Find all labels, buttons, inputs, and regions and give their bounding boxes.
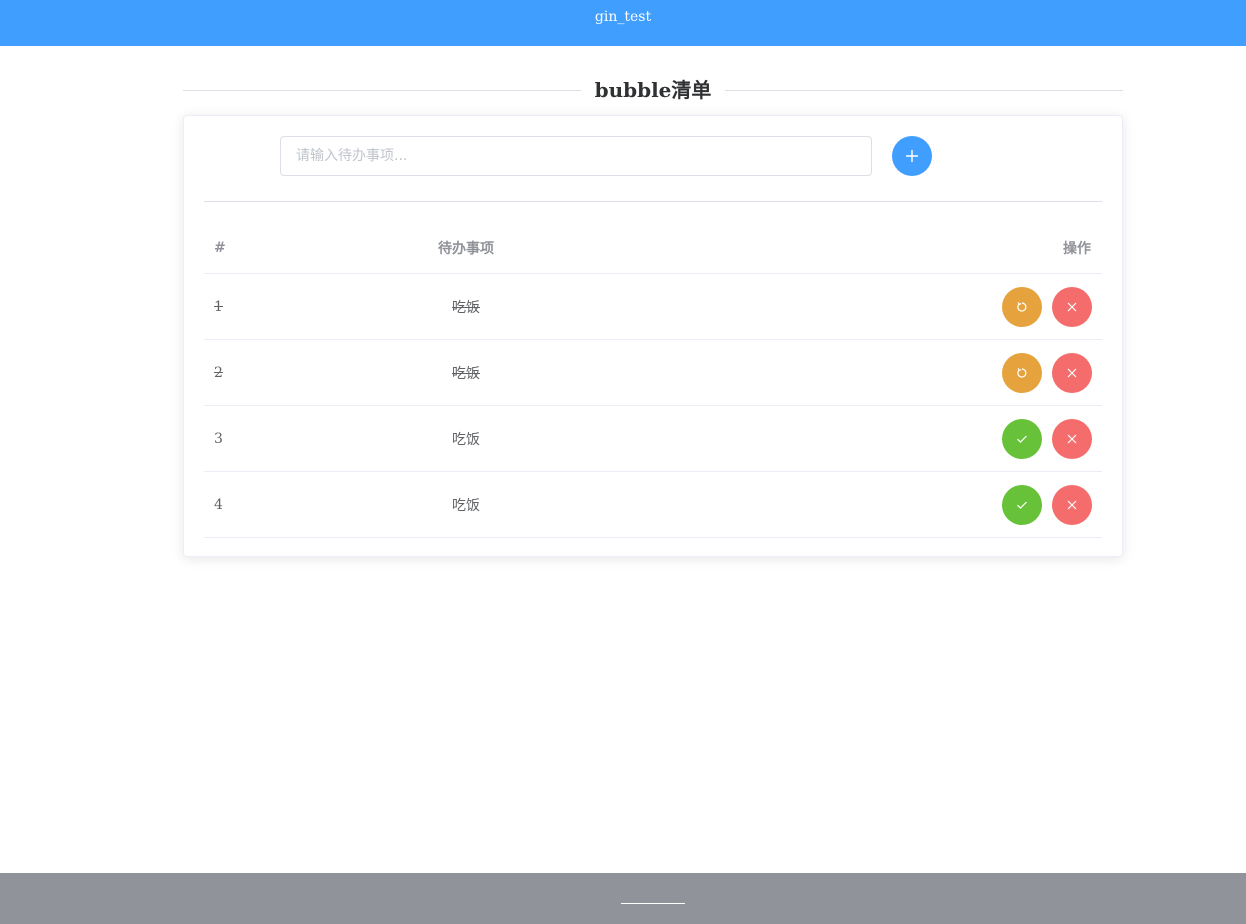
check-icon bbox=[1017, 435, 1027, 443]
refresh-icon bbox=[1017, 301, 1027, 312]
refresh-icon bbox=[1017, 367, 1027, 378]
complete-button[interactable] bbox=[1002, 418, 1042, 459]
table-row: 2 吃饭 bbox=[204, 340, 1102, 406]
row-actions bbox=[1002, 274, 1092, 339]
row-item: 吃饭 bbox=[452, 497, 480, 514]
header-ops: 操作 bbox=[1063, 240, 1091, 257]
app-title: gin_test bbox=[594, 9, 652, 25]
delete-button[interactable] bbox=[1052, 484, 1092, 525]
row-item: 吃饭 bbox=[452, 299, 480, 316]
plus-icon bbox=[906, 150, 918, 162]
undo-button[interactable] bbox=[1002, 352, 1042, 393]
close-icon bbox=[1067, 500, 1077, 509]
row-item: 吃饭 bbox=[452, 365, 480, 382]
delete-button[interactable] bbox=[1052, 352, 1092, 393]
footer bbox=[0, 873, 1246, 924]
top-bar: gin_test bbox=[0, 0, 1246, 46]
table-header: # 待办事项 操作 bbox=[204, 222, 1102, 274]
delete-button[interactable] bbox=[1052, 286, 1092, 327]
row-index: 2 bbox=[214, 364, 223, 381]
header-item: 待办事项 bbox=[438, 240, 494, 257]
todo-card: # 待办事项 操作 1 吃饭 bbox=[183, 115, 1123, 557]
complete-button[interactable] bbox=[1002, 484, 1042, 525]
close-icon bbox=[1067, 302, 1077, 311]
delete-button[interactable] bbox=[1052, 418, 1092, 459]
row-actions bbox=[1002, 406, 1092, 471]
title-divider-right bbox=[725, 90, 1123, 91]
todo-table: # 待办事项 操作 1 吃饭 2 吃饭 3 吃饭 4 吃饭 bbox=[204, 222, 1102, 538]
close-icon bbox=[1067, 434, 1077, 443]
row-index: 3 bbox=[214, 430, 223, 447]
table-row: 4 吃饭 bbox=[204, 472, 1102, 538]
footer-divider bbox=[621, 903, 685, 904]
card-divider bbox=[204, 201, 1102, 202]
row-index: 1 bbox=[214, 298, 223, 315]
row-index: 4 bbox=[214, 496, 223, 513]
row-actions bbox=[1002, 340, 1092, 405]
check-icon bbox=[1017, 501, 1027, 509]
row-actions bbox=[1002, 472, 1092, 537]
close-icon bbox=[1067, 368, 1077, 377]
table-row: 1 吃饭 bbox=[204, 274, 1102, 340]
undo-button[interactable] bbox=[1002, 286, 1042, 327]
title-divider-left bbox=[183, 90, 581, 91]
table-row: 3 吃饭 bbox=[204, 406, 1102, 472]
row-item: 吃饭 bbox=[452, 431, 480, 448]
todo-input[interactable] bbox=[280, 136, 872, 176]
header-index: # bbox=[214, 239, 226, 256]
page-title: bubble清单 bbox=[581, 76, 725, 116]
add-button[interactable] bbox=[892, 136, 932, 176]
